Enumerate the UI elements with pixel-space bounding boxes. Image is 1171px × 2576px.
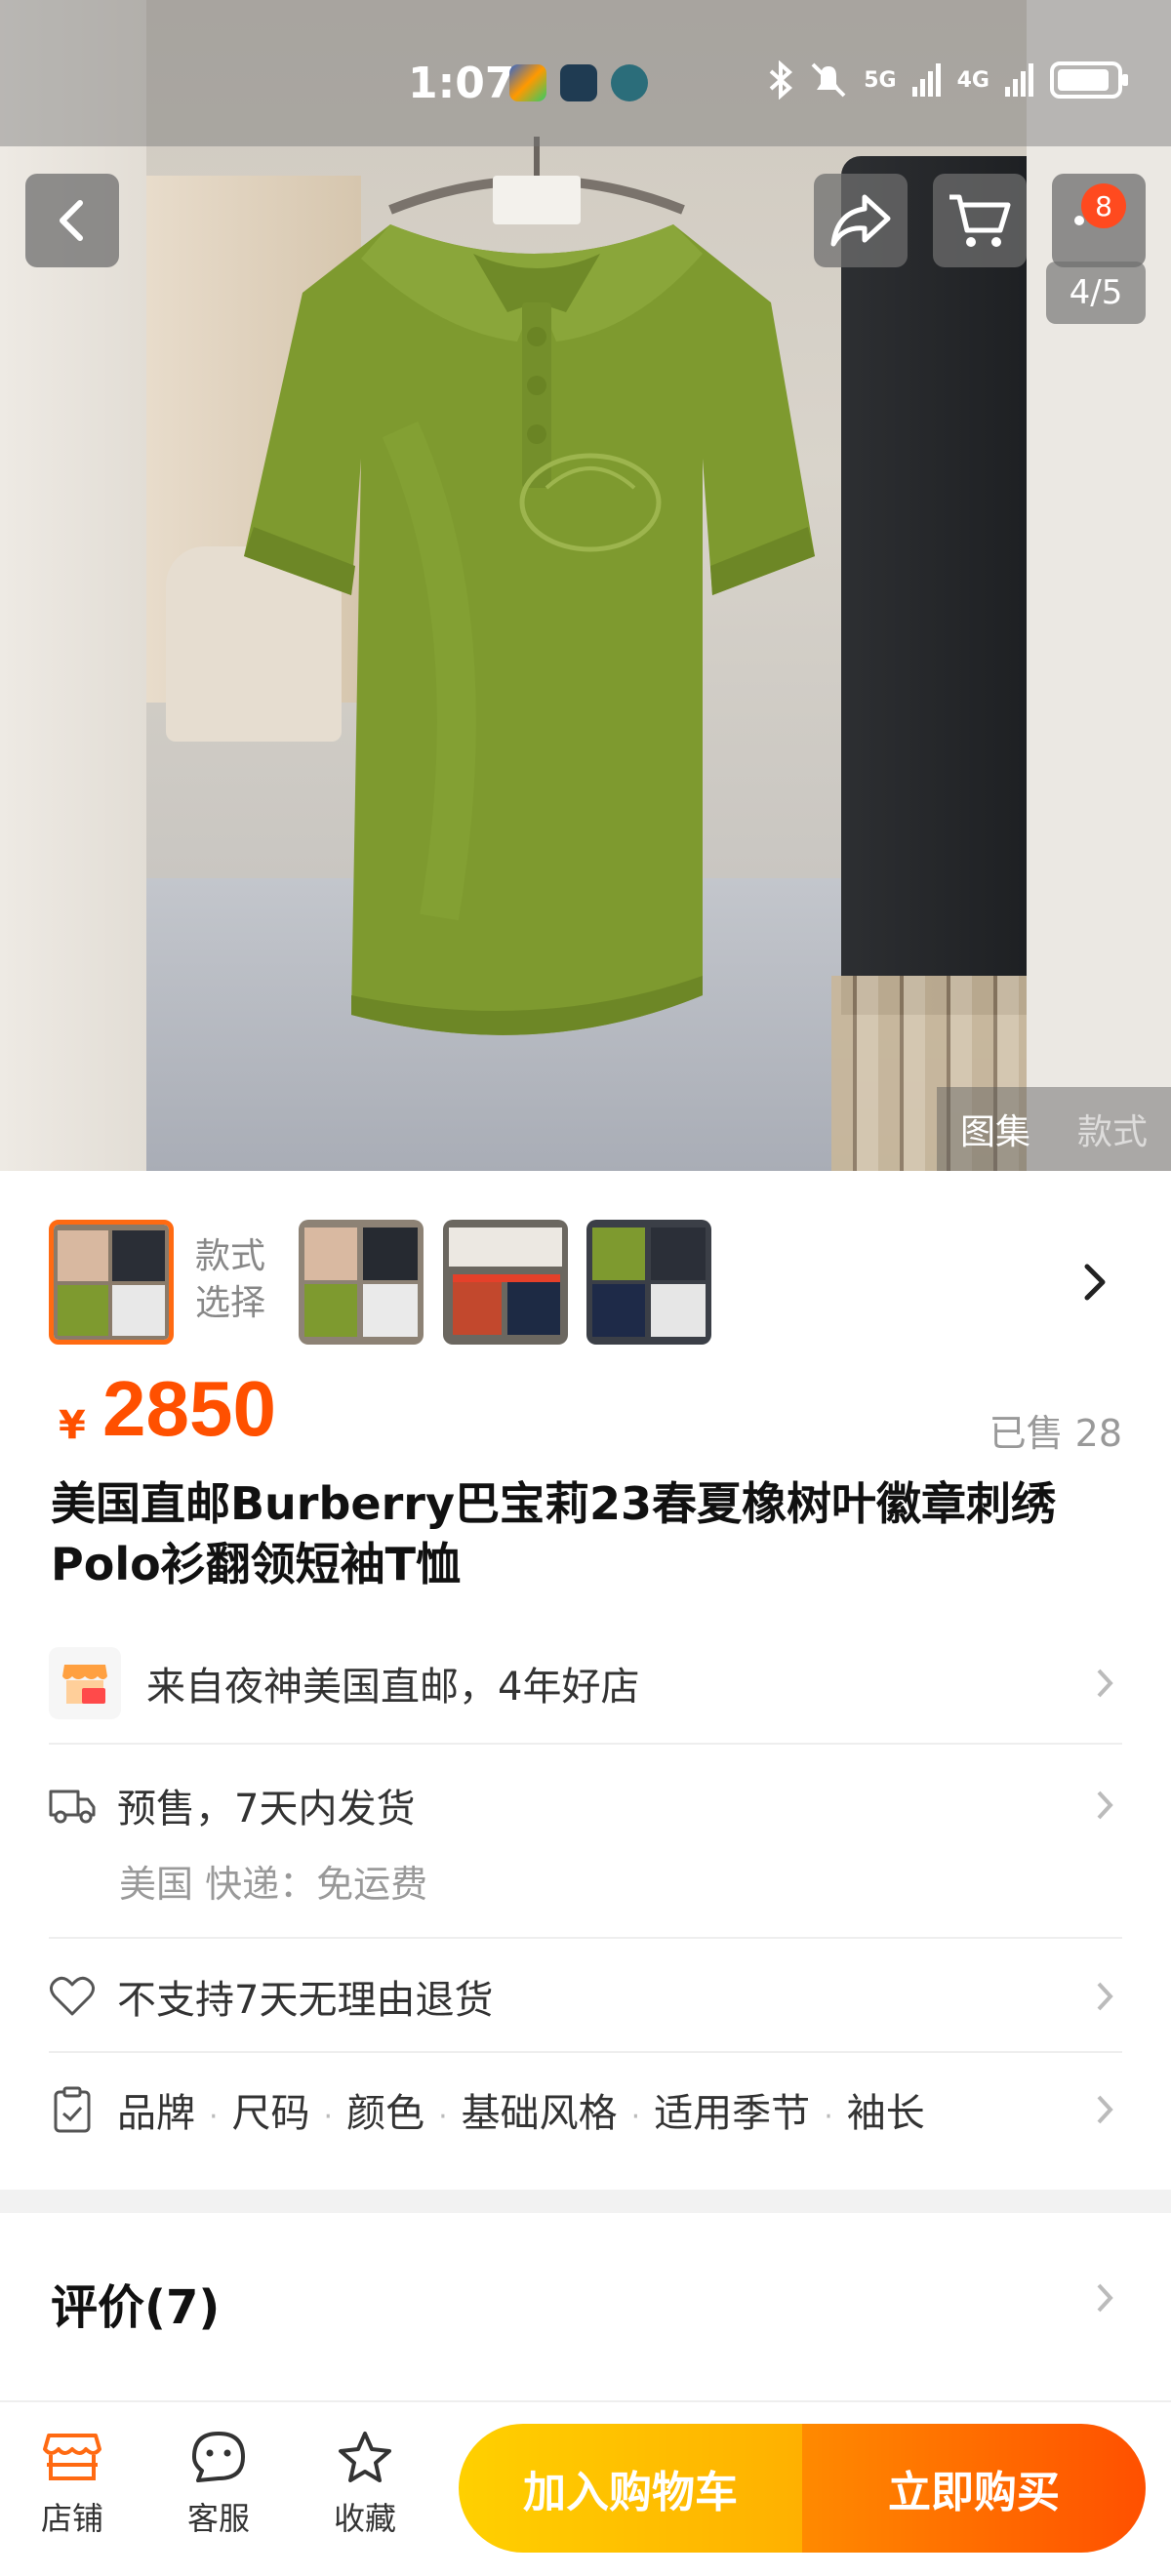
store-icon bbox=[62, 1665, 107, 1704]
chevron-right-icon bbox=[1097, 1982, 1113, 2011]
return-policy-row[interactable]: 不支持7天无理由退货 bbox=[49, 1959, 1122, 2033]
star-icon bbox=[339, 2432, 391, 2482]
reviews-header[interactable]: 评价(7) bbox=[0, 2234, 1171, 2361]
return-policy-text: 不支持7天无理由退货 bbox=[117, 1978, 494, 2023]
heart-icon bbox=[49, 1973, 96, 2020]
thumbnail-image bbox=[54, 1225, 169, 1340]
price-row: ¥ 2850 已售 28 bbox=[49, 1364, 1122, 1462]
store-icon bbox=[43, 2434, 101, 2480]
cart-count-badge: 8 bbox=[1081, 183, 1126, 228]
chevron-right-icon[interactable] bbox=[1081, 1263, 1109, 1302]
style-thumbnail-selected[interactable] bbox=[49, 1220, 174, 1345]
attribute-separator: · bbox=[323, 2100, 334, 2134]
image-pager-indicator: 4/5 bbox=[1046, 262, 1146, 324]
product-price: 2850 bbox=[102, 1365, 276, 1452]
battery-icon bbox=[1050, 61, 1128, 99]
share-arrow-icon bbox=[830, 194, 891, 247]
chat-face-icon bbox=[192, 2432, 245, 2482]
reviews-title: 评价(7) bbox=[51, 2280, 221, 2335]
chevron-right-icon bbox=[1097, 2283, 1113, 2313]
style-picker-label[interactable]: 款式 选择 bbox=[195, 1233, 265, 1327]
status-indicators: 5G 4G bbox=[768, 60, 1128, 100]
product-title: 美国直邮Burberry巴宝莉23春夏橡树叶徽章刺绣Polo衫翻领短袖T恤 bbox=[51, 1477, 1056, 1590]
green-polo-shirt-image bbox=[244, 137, 815, 1035]
style-thumbnail[interactable] bbox=[586, 1220, 711, 1345]
cart-button[interactable] bbox=[933, 174, 1027, 267]
chevron-right-icon bbox=[1097, 1791, 1113, 1820]
shipping-text: 预售，7天内发货 bbox=[117, 1787, 416, 1831]
shop-tab[interactable]: 店铺 bbox=[14, 2430, 131, 2539]
favorite-tab-label: 收藏 bbox=[333, 2500, 396, 2537]
customer-service-tab-label: 客服 bbox=[186, 2500, 250, 2537]
chevron-left-icon bbox=[60, 200, 83, 241]
photo-dark-garment bbox=[841, 156, 1027, 1015]
attributes-list: 品牌 · 尺码 · 颜色 · 基础风格 · 适用季节 · 袖长 bbox=[117, 2081, 1122, 2138]
attribute-separator: · bbox=[824, 2100, 833, 2134]
signal-5g-label: 5G bbox=[864, 67, 897, 93]
style-thumbnail[interactable] bbox=[443, 1220, 568, 1345]
attribute-item: 基础风格 bbox=[461, 2091, 618, 2136]
add-to-cart-button[interactable]: 加入购物车 bbox=[459, 2424, 802, 2553]
shipping-row[interactable]: 预售，7天内发货 bbox=[49, 1768, 1122, 1842]
attributes-row[interactable]: 品牌 · 尺码 · 颜色 · 基础风格 · 适用季节 · 袖长 bbox=[49, 2073, 1122, 2147]
gallery-mode-style-tab[interactable]: 款式 bbox=[1077, 1104, 1148, 1154]
shop-info-text: 来自夜神美国直邮，4年好店 bbox=[146, 1665, 640, 1710]
thumbnail-image bbox=[586, 1220, 711, 1345]
chevron-right-icon bbox=[1097, 2095, 1113, 2124]
buy-now-button[interactable]: 立即购买 bbox=[802, 2424, 1146, 2553]
divider bbox=[49, 1743, 1122, 1745]
bluetooth-icon bbox=[769, 60, 793, 100]
attribute-separator: · bbox=[438, 2100, 448, 2134]
bottom-action-bar: 店铺 客服 收藏 加入购物车 立即购买 bbox=[0, 2400, 1171, 2576]
attribute-item: 适用季节 bbox=[654, 2091, 811, 2136]
share-button[interactable] bbox=[814, 174, 908, 267]
status-time: 1:07 bbox=[408, 59, 515, 108]
attribute-item: 袖长 bbox=[846, 2091, 925, 2136]
notification-app-icon-1 bbox=[509, 64, 546, 101]
gallery-mode-album-tab[interactable]: 图集 bbox=[960, 1104, 1030, 1154]
shop-tab-label: 店铺 bbox=[40, 2500, 103, 2537]
section-separator bbox=[0, 2190, 1171, 2213]
notification-app-icon-3 bbox=[611, 64, 648, 101]
signal-bars-icon bbox=[911, 63, 941, 97]
system-status-bar: 1:07 5G 4G bbox=[0, 0, 1171, 146]
clipboard-icon bbox=[49, 2086, 96, 2133]
shipping-subtext: 美国 快递：免运费 bbox=[119, 1863, 428, 1906]
attribute-separator: · bbox=[209, 2100, 219, 2134]
truck-icon bbox=[49, 1782, 96, 1829]
attribute-item: 颜色 bbox=[346, 2091, 425, 2136]
shopping-cart-icon bbox=[949, 194, 1011, 247]
signal-bars-icon bbox=[1005, 63, 1033, 97]
attribute-item: 品牌 bbox=[117, 2091, 195, 2136]
style-thumbnail[interactable] bbox=[299, 1220, 424, 1345]
divider bbox=[49, 2051, 1122, 2053]
notification-app-icon-2 bbox=[560, 64, 597, 101]
gallery-mode-switch[interactable]: 图集 款式 bbox=[937, 1087, 1171, 1171]
shop-avatar bbox=[49, 1647, 121, 1719]
shop-info-row[interactable]: 来自夜神美国直邮，4年好店 bbox=[49, 1644, 1122, 1722]
price-currency: ¥ bbox=[59, 1403, 86, 1448]
product-image-carousel[interactable]: 1:07 5G 4G 8 4/5 图集 款式 bbox=[0, 0, 1171, 1171]
signal-4g-label: 4G bbox=[956, 67, 989, 93]
attribute-item: 尺码 bbox=[231, 2091, 310, 2136]
favorite-tab[interactable]: 收藏 bbox=[306, 2430, 424, 2539]
style-picker-label-line1: 款式 bbox=[195, 1236, 266, 1276]
back-button[interactable] bbox=[25, 174, 119, 267]
thumbnail-image bbox=[443, 1220, 568, 1345]
attribute-separator: · bbox=[630, 2100, 641, 2134]
sold-count: 已售 28 bbox=[989, 1412, 1122, 1455]
mute-bell-icon bbox=[811, 62, 846, 98]
thumbnail-image bbox=[299, 1220, 424, 1345]
divider bbox=[49, 1937, 1122, 1939]
style-picker-label-line2: 选择 bbox=[195, 1283, 266, 1323]
style-thumbnail-strip: 款式 选择 bbox=[0, 1220, 1171, 1347]
customer-service-tab[interactable]: 客服 bbox=[160, 2430, 277, 2539]
chevron-right-icon bbox=[1097, 1669, 1113, 1698]
